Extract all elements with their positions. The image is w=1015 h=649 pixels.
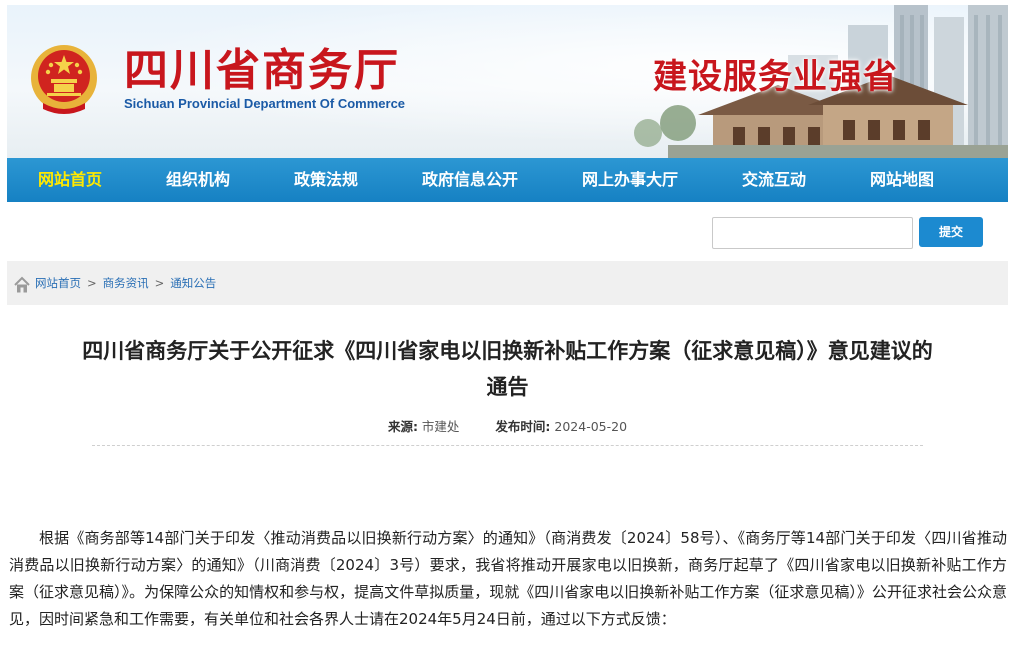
- nav-item-organization[interactable]: 组织机构: [166, 158, 230, 202]
- home-icon: [14, 276, 30, 293]
- nav-item-policies[interactable]: 政策法规: [294, 158, 358, 202]
- breadcrumb-notices[interactable]: 通知公告: [170, 275, 216, 291]
- site-banner: 四川省商务厅 Sichuan Provincial Department Of …: [7, 5, 1008, 158]
- article-title: 四川省商务厅关于公开征求《四川省家电以旧换新补贴工作方案（征求意见稿）》意见建议…: [0, 333, 1015, 405]
- article-title-line2: 通告: [486, 375, 529, 399]
- nav-item-gov-info[interactable]: 政府信息公开: [422, 158, 518, 202]
- breadcrumb-separator: >: [87, 276, 97, 290]
- breadcrumb-business-news[interactable]: 商务资讯: [103, 275, 149, 291]
- breadcrumb-separator: >: [154, 276, 165, 290]
- site-title-english: Sichuan Provincial Department Of Commerc…: [124, 96, 406, 111]
- meta-divider: [92, 445, 923, 446]
- nav-item-interaction[interactable]: 交流互动: [742, 158, 806, 202]
- article-meta: 来源: 市建处 发布时间: 2024-05-20: [0, 416, 1015, 435]
- nav-item-online-services[interactable]: 网上办事大厅: [582, 158, 678, 202]
- breadcrumb: 网站首页 > 商务资讯 > 通知公告: [7, 261, 1008, 305]
- source-label: 来源:: [387, 419, 418, 434]
- article-title-line1: 四川省商务厅关于公开征求《四川省家电以旧换新补贴工作方案（征求意见稿）》意见建议…: [82, 339, 933, 363]
- search-input[interactable]: [712, 217, 913, 249]
- site-title: 四川省商务厅: [124, 45, 400, 96]
- nav-item-sitemap[interactable]: 网站地图: [870, 158, 934, 202]
- search-submit-button[interactable]: 提交: [919, 217, 983, 247]
- source-value: 市建处: [421, 419, 460, 434]
- article-body-paragraph: 根据《商务部等14部门关于印发〈推动消费品以旧换新行动方案〉的通知》（商消费发〔…: [9, 529, 1007, 628]
- publish-date-label: 发布时间:: [495, 419, 551, 434]
- nav-item-home[interactable]: 网站首页: [38, 158, 102, 202]
- main-navigation: 网站首页 组织机构 政策法规 政府信息公开 网上办事大厅 交流互动 网站地图: [7, 158, 1008, 202]
- national-emblem-logo: [31, 45, 97, 114]
- banner-slogan: 建设服务业强省: [653, 57, 898, 97]
- breadcrumb-home[interactable]: 网站首页: [35, 275, 81, 291]
- publish-date-value: 2024-05-20: [554, 419, 628, 434]
